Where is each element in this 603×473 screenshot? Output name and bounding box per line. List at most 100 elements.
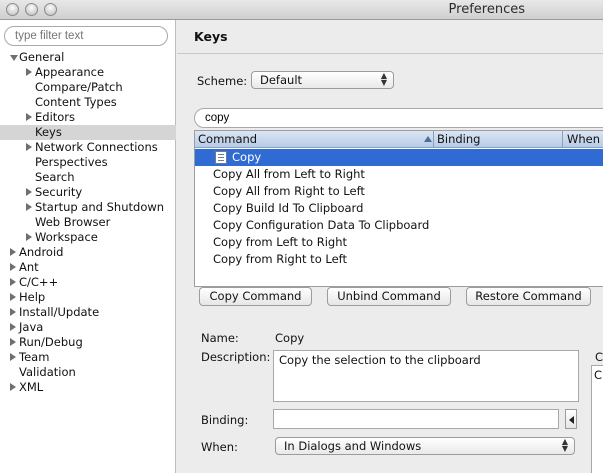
collapsed-triangle-icon[interactable] <box>10 338 16 346</box>
tree-item-label: Java <box>19 320 44 334</box>
tree-item-label: Android <box>19 245 64 259</box>
tree-item-label: Keys <box>35 125 62 139</box>
collapsed-triangle-icon[interactable] <box>10 353 16 361</box>
collapsed-triangle-icon[interactable] <box>26 203 32 211</box>
tree-item-validation[interactable]: Validation <box>0 365 176 380</box>
scheme-select[interactable]: Default ▲ ▼ <box>251 71 394 89</box>
tree-item-c-c-[interactable]: C/C++ <box>0 275 176 290</box>
tree-item-compare-patch[interactable]: Compare/Patch <box>0 80 176 95</box>
when-value: In Dialogs and Windows <box>284 439 422 453</box>
tree-item-install-update[interactable]: Install/Update <box>0 305 176 320</box>
commands-table: Command Binding When Copy Copy All from L… <box>194 130 603 287</box>
tree-item-security[interactable]: Security <box>0 185 176 200</box>
tree-item-label: Startup and Shutdown <box>35 200 165 214</box>
collapsed-triangle-icon[interactable] <box>26 143 32 151</box>
command-search-input[interactable] <box>194 108 603 128</box>
collapsed-triangle-icon[interactable] <box>26 188 32 196</box>
tree-item-team[interactable]: Team <box>0 350 176 365</box>
tree-item-label: Workspace <box>35 230 98 244</box>
binding-field[interactable] <box>273 409 559 429</box>
tree-item-keys[interactable]: Keys <box>0 125 176 140</box>
tree-item-label: Content Types <box>35 95 117 109</box>
table-row[interactable]: Copy from Right to Left <box>195 251 603 268</box>
conflicts-item: C <box>594 368 603 382</box>
collapsed-triangle-icon[interactable] <box>10 383 16 391</box>
tree-item-label: Team <box>19 350 50 364</box>
table-row[interactable]: Copy All from Left to Right <box>195 166 603 183</box>
tree-item-label: Run/Debug <box>19 335 83 349</box>
column-header-when[interactable]: When <box>567 132 600 146</box>
table-row[interactable]: Copy Build Id To Clipboard <box>195 200 603 217</box>
column-divider[interactable] <box>562 131 563 148</box>
table-row[interactable]: Copy from Left to Right <box>195 234 603 251</box>
collapsed-triangle-icon[interactable] <box>10 278 16 286</box>
tree-item-label: Ant <box>19 260 39 274</box>
tree-item-web-browser[interactable]: Web Browser <box>0 215 176 230</box>
tree-item-android[interactable]: Android <box>0 245 176 260</box>
collapsed-triangle-icon[interactable] <box>10 248 16 256</box>
table-row[interactable]: Copy All from Right to Left <box>195 183 603 200</box>
collapsed-triangle-icon[interactable] <box>26 68 32 76</box>
expanded-triangle-icon[interactable] <box>10 55 18 61</box>
preference-page: Keys Scheme: Default ▲▼ Command Binding … <box>177 20 603 473</box>
binding-label: Binding: <box>201 413 249 427</box>
table-row[interactable]: Copy Configuration Data To Clipboard <box>195 217 603 234</box>
filter-input[interactable] <box>4 26 168 46</box>
column-header-binding[interactable]: Binding <box>437 132 480 146</box>
tree-item-xml[interactable]: XML <box>0 380 176 395</box>
table-header: Command Binding When <box>195 131 603 148</box>
conflicts-list[interactable]: C <box>591 365 603 473</box>
tree-item-network-connections[interactable]: Network Connections <box>0 140 176 155</box>
copy-command-button[interactable]: Copy Command <box>199 287 312 306</box>
close-window-button[interactable] <box>6 3 19 16</box>
tree-item-startup-and-shutdown[interactable]: Startup and Shutdown <box>0 200 176 215</box>
document-icon <box>215 151 227 164</box>
tree-item-help[interactable]: Help <box>0 290 176 305</box>
name-label: Name: <box>201 331 239 345</box>
tree-item-label: Editors <box>35 110 76 124</box>
tree-item-label: Search <box>35 170 75 184</box>
minimize-window-button[interactable] <box>25 3 38 16</box>
tree-item-general[interactable]: General <box>0 50 176 65</box>
column-header-command[interactable]: Command <box>198 132 257 146</box>
zoom-window-button[interactable] <box>44 3 57 16</box>
tree-item-search[interactable]: Search <box>0 170 176 185</box>
tree-item-appearance[interactable]: Appearance <box>0 65 176 80</box>
scheme-label: Scheme: <box>197 74 248 88</box>
conflicts-label: C <box>595 350 603 364</box>
collapsed-triangle-icon[interactable] <box>10 323 16 331</box>
updown-arrows-icon: ▲ ▼ <box>561 437 568 453</box>
tree-item-run-debug[interactable]: Run/Debug <box>0 335 176 350</box>
command-cell: Copy All from Left to Right <box>213 167 365 181</box>
unbind-command-button[interactable]: Unbind Command <box>327 287 451 306</box>
tree-item-label: C/C++ <box>19 275 59 289</box>
collapsed-triangle-icon[interactable] <box>26 233 32 241</box>
collapsed-triangle-icon[interactable] <box>10 293 16 301</box>
updown-arrows-icon: ▲ ▼ <box>380 71 387 87</box>
command-cell: Copy from Left to Right <box>213 235 348 249</box>
scheme-value: Default <box>260 73 303 87</box>
title-bar: Preferences <box>0 0 603 20</box>
tree-item-content-types[interactable]: Content Types <box>0 95 176 110</box>
collapsed-triangle-icon[interactable] <box>10 263 16 271</box>
collapsed-triangle-icon[interactable] <box>10 308 16 316</box>
description-field[interactable]: Copy the selection to the clipboard <box>273 350 579 402</box>
command-cell: Copy Configuration Data To Clipboard <box>213 218 430 232</box>
tree-item-perspectives[interactable]: Perspectives <box>0 155 176 170</box>
tree-item-java[interactable]: Java <box>0 320 176 335</box>
collapsed-triangle-icon[interactable] <box>26 113 32 121</box>
tree-item-editors[interactable]: Editors <box>0 110 176 125</box>
tree-item-label: General <box>19 50 65 64</box>
tree-item-ant[interactable]: Ant <box>0 260 176 275</box>
restore-command-button[interactable]: Restore Command <box>466 287 591 306</box>
tree-item-workspace[interactable]: Workspace <box>0 230 176 245</box>
tree-item-label: Validation <box>19 365 76 379</box>
binding-menu-button[interactable] <box>565 409 577 429</box>
tree-item-label: Network Connections <box>35 140 158 154</box>
command-cell: Copy Build Id To Clipboard <box>213 201 364 215</box>
tree-item-label: Security <box>35 185 83 199</box>
name-value: Copy <box>275 331 305 345</box>
column-divider[interactable] <box>433 131 434 148</box>
table-row[interactable]: Copy <box>195 149 603 166</box>
when-select[interactable]: In Dialogs and Windows ▲ ▼ <box>275 437 575 455</box>
